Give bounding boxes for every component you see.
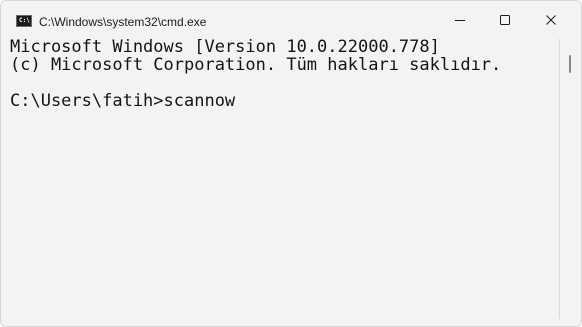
scrollbar-divider xyxy=(559,39,560,319)
close-icon xyxy=(546,15,556,25)
vertical-scrollbar[interactable] xyxy=(559,39,581,319)
scrollbar-thumb[interactable] xyxy=(569,55,571,73)
console-line: (c) Microsoft Corporation. Tüm hakları s… xyxy=(10,55,502,75)
minimize-icon xyxy=(455,20,465,21)
window-title: C:\Windows\system32\cmd.exe xyxy=(39,15,207,29)
maximize-icon xyxy=(500,15,510,25)
cmd-icon[interactable]: C:\ xyxy=(16,15,32,27)
cmd-window: C:\ C:\Windows\system32\cmd.exe Microsof… xyxy=(0,0,582,327)
console-output[interactable]: Microsoft Windows [Version 10.0.22000.77… xyxy=(1,37,559,315)
command-prompt-line[interactable]: C:\Users\fatih>scannow xyxy=(10,92,235,110)
window-bottom-edge xyxy=(1,319,581,326)
title-bar[interactable]: C:\ C:\Windows\system32\cmd.exe xyxy=(1,1,581,39)
maximize-button[interactable] xyxy=(482,1,528,39)
minimize-button[interactable] xyxy=(437,1,483,39)
console-line: Microsoft Windows [Version 10.0.22000.77… xyxy=(10,37,440,57)
cmd-icon-glyph: C:\ xyxy=(19,17,30,24)
close-button[interactable] xyxy=(528,1,574,39)
